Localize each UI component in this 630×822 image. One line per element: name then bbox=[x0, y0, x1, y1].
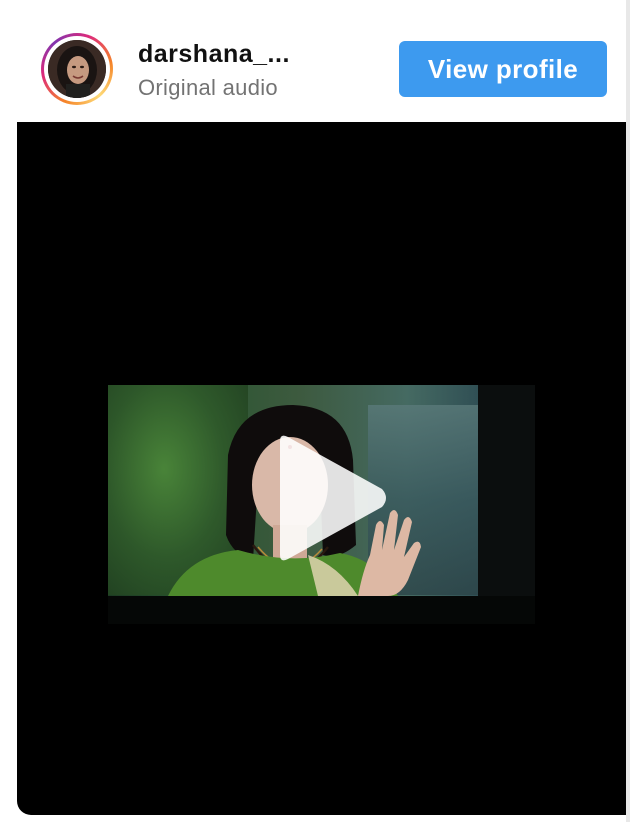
username[interactable]: darshana_... bbox=[138, 40, 290, 69]
avatar-photo-icon bbox=[48, 40, 106, 98]
play-icon[interactable] bbox=[266, 433, 390, 563]
thumbnail-shadow bbox=[478, 385, 535, 624]
audio-label[interactable]: Original audio bbox=[138, 75, 278, 101]
reel-embed-card: darshana_... Original audio View profile bbox=[0, 0, 630, 822]
post-header: darshana_... Original audio View profile bbox=[17, 0, 627, 122]
video-player[interactable] bbox=[17, 122, 627, 815]
view-profile-button[interactable]: View profile bbox=[399, 41, 607, 97]
avatar[interactable] bbox=[48, 40, 106, 98]
thumbnail-letterbox bbox=[108, 596, 535, 624]
scrollbar-track[interactable] bbox=[626, 0, 630, 822]
story-ring[interactable] bbox=[41, 33, 113, 105]
